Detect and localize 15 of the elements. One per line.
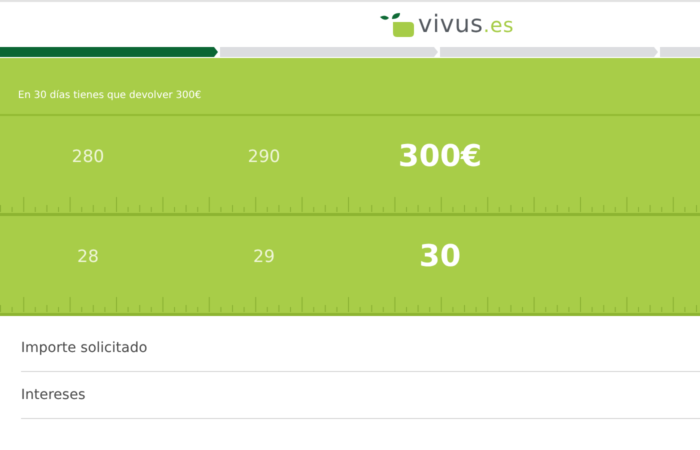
brand-logo: vivus.es <box>418 12 514 37</box>
leaf-logo-icon <box>380 13 414 37</box>
ruler-value[interactable]: 300€ <box>398 139 482 174</box>
ruler-ticks-icon <box>0 197 700 213</box>
detail-label: Importe solicitado <box>21 340 148 356</box>
ruler-value[interactable]: 280 <box>72 146 104 166</box>
repayment-summary: En 30 días tienes que devolver 300€ <box>0 58 700 116</box>
ruler-slider[interactable]: 28 29 30 <box>0 216 700 316</box>
ruler-value[interactable]: 29 <box>253 246 275 266</box>
ruler-value[interactable]: 290 <box>248 146 280 166</box>
ruler-slider[interactable]: 280 290 300€ <box>0 116 700 216</box>
ruler-ticks-icon <box>0 297 700 313</box>
ruler-value[interactable]: 30 <box>419 239 461 274</box>
detail-label: Intereses <box>21 387 86 403</box>
ruler-value[interactable]: 28 <box>77 246 99 266</box>
